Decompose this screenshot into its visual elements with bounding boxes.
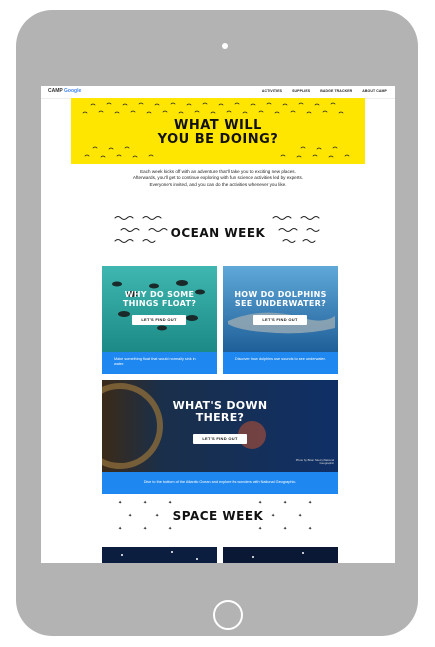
card-caption: Discover how dolphins use sounds to see … bbox=[223, 352, 338, 374]
svg-text:✦: ✦ bbox=[308, 500, 312, 506]
camera-dot bbox=[222, 43, 228, 49]
nav-link-about-camp[interactable]: ABOUT CAMP bbox=[362, 89, 387, 93]
camp-google-logo[interactable]: CAMP Google bbox=[48, 88, 81, 94]
card-why-things-float[interactable]: WHY DO SOME THINGS FLOAT? LET'S FIND OUT… bbox=[102, 266, 217, 374]
svg-text:✦: ✦ bbox=[118, 500, 122, 506]
card-whats-down-there[interactable]: WHAT'S DOWN THERE? LET'S FIND OUT Photo … bbox=[102, 380, 338, 494]
home-button[interactable] bbox=[213, 600, 243, 630]
space-week-title: SPACE WEEK bbox=[172, 509, 264, 523]
card-caption: Make something float that would normally… bbox=[102, 352, 217, 374]
svg-text:✦: ✦ bbox=[143, 500, 147, 506]
svg-text:✦: ✦ bbox=[258, 500, 262, 506]
photo-credit: Photo by Brian Skerry/National Geographi… bbox=[295, 458, 334, 466]
card-title: WHY DO SOME THINGS FLOAT? bbox=[122, 290, 197, 308]
svg-text:✦: ✦ bbox=[168, 500, 172, 506]
svg-text:✦: ✦ bbox=[118, 526, 122, 532]
svg-text:✦: ✦ bbox=[283, 526, 287, 532]
nav-link-activities[interactable]: ACTIVITIES bbox=[262, 89, 282, 93]
card-dolphins-see-underwater[interactable]: HOW DO DOLPHINS SEE UNDERWATER? LET'S FI… bbox=[223, 266, 338, 374]
space-card-photo[interactable] bbox=[102, 547, 217, 563]
svg-text:✦: ✦ bbox=[308, 526, 312, 532]
card-title: WHAT'S DOWN THERE? bbox=[172, 399, 268, 424]
nav-link-supplies[interactable]: SUPPLIES bbox=[292, 89, 310, 93]
lets-find-out-button[interactable]: LET'S FIND OUT bbox=[253, 315, 307, 325]
ocean-week-title: OCEAN WEEK bbox=[170, 226, 266, 240]
hero-banner: WHAT WILL YOU BE DOING? bbox=[71, 98, 365, 164]
space-card-photo[interactable] bbox=[223, 547, 338, 563]
nav-link-badge-tracker[interactable]: BADGE TRACKER bbox=[320, 89, 352, 93]
webpage-screen: CAMP Google ACTIVITIES SUPPLIES BADGE TR… bbox=[41, 86, 395, 563]
hero-title: WHAT WILL YOU BE DOING? bbox=[157, 118, 279, 147]
svg-text:✦: ✦ bbox=[143, 526, 147, 532]
svg-text:✦: ✦ bbox=[283, 500, 287, 506]
dolphin-photo bbox=[223, 266, 338, 352]
svg-text:✦: ✦ bbox=[168, 526, 172, 532]
lets-find-out-button[interactable]: LET'S FIND OUT bbox=[132, 315, 186, 325]
swimmers-photo bbox=[102, 266, 217, 352]
card-caption: Dive to the bottom of the Atlantic Ocean… bbox=[102, 472, 338, 494]
card-title: HOW DO DOLPHINS SEE UNDERWATER? bbox=[234, 290, 327, 308]
svg-text:✦: ✦ bbox=[258, 526, 262, 532]
lets-find-out-button[interactable]: LET'S FIND OUT bbox=[193, 434, 247, 444]
intro-paragraph: Each week kicks off with an adventure th… bbox=[132, 169, 304, 187]
